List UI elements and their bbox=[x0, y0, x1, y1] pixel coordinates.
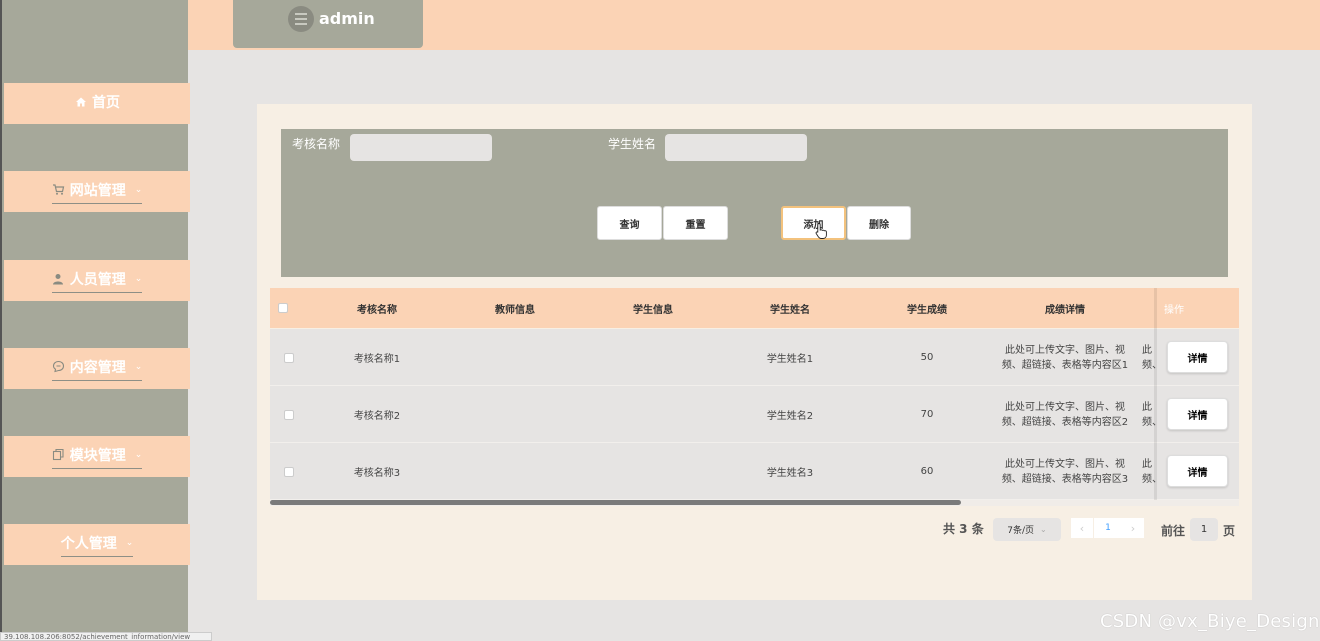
chevron-down-icon: ⌄ bbox=[1040, 525, 1047, 534]
detail-line: 此处可上传文字、图片、视 bbox=[1005, 401, 1125, 413]
avatar[interactable] bbox=[288, 6, 314, 32]
sidebar-item-personnel[interactable]: 人员管理 ⌄ bbox=[4, 260, 190, 301]
row-checkbox[interactable] bbox=[284, 329, 294, 386]
page-size-select[interactable]: 7条/页 ⌄ bbox=[993, 518, 1061, 541]
prev-page-button[interactable]: ‹ bbox=[1071, 518, 1093, 538]
cell-assessment-name: 考核名称3 bbox=[353, 468, 401, 479]
detail-line: 频、超链接、表格等内容区2 bbox=[1001, 416, 1129, 428]
table-row: 考核名称1 学生姓名1 50 此处可上传文字、图片、视 频、超链接、表格等内容区… bbox=[270, 329, 1239, 386]
column-header[interactable]: 考核名称 bbox=[310, 288, 444, 328]
chevron-down-icon: ⌄ bbox=[134, 273, 143, 284]
overflow-line: 此 bbox=[1142, 458, 1152, 470]
sidebar: 首页 网站管理 ⌄ 人员管理 ⌄ 内容管理 ⌄ 模块管理 ⌄ 个人管理 ⌄ bbox=[0, 0, 190, 641]
sidebar-item-label: 首页 bbox=[92, 95, 120, 111]
cell-student-name: 学生姓名2 bbox=[766, 411, 814, 422]
cell-student bbox=[586, 329, 720, 386]
table-row: 考核名称3 学生姓名3 60 此处可上传文字、图片、视 频、超链接、表格等内容区… bbox=[270, 443, 1239, 500]
detail-line: 此处可上传文字、图片、视 bbox=[1005, 458, 1125, 470]
row-checkbox[interactable] bbox=[284, 443, 294, 500]
copy-icon bbox=[52, 448, 65, 461]
goto-prefix: 前往 bbox=[1161, 524, 1186, 538]
row-checkbox[interactable] bbox=[284, 386, 294, 443]
overflow-line: 此 bbox=[1142, 401, 1152, 413]
cell-student-name: 学生姓名3 bbox=[766, 468, 814, 479]
cell-score: 70 bbox=[920, 409, 934, 420]
cell-student bbox=[586, 386, 720, 443]
sidebar-item-label: 网站管理 bbox=[69, 182, 126, 199]
watermark: CSDN @vx_Biye_Design bbox=[1100, 611, 1320, 632]
student-name-input[interactable] bbox=[665, 134, 807, 161]
page-number-current[interactable]: 1 bbox=[1094, 518, 1122, 538]
home-icon bbox=[74, 96, 87, 109]
column-header[interactable]: 学生信息 bbox=[586, 288, 720, 328]
chevron-down-icon: ⌄ bbox=[125, 537, 134, 548]
detail-line: 频、超链接、表格等内容区1 bbox=[1001, 359, 1129, 371]
browser-status-bar: 39.108.108.206:8052/achievement_informat… bbox=[0, 632, 212, 641]
column-header[interactable]: 教师信息 bbox=[448, 288, 582, 328]
fixed-column-shadow bbox=[1154, 288, 1157, 500]
detail-line: 频、超链接、表格等内容区3 bbox=[1001, 473, 1129, 485]
table-row: 考核名称2 学生姓名2 70 此处可上传文字、图片、视 频、超链接、表格等内容区… bbox=[270, 386, 1239, 443]
column-header[interactable]: 学生姓名 bbox=[723, 288, 857, 328]
cell-assessment-name: 考核名称2 bbox=[353, 411, 401, 422]
goto-suffix: 页 bbox=[1223, 524, 1236, 538]
sidebar-item-home[interactable]: 首页 bbox=[4, 83, 190, 124]
sidebar-item-personal[interactable]: 个人管理 ⌄ bbox=[4, 524, 190, 565]
next-page-button[interactable]: › bbox=[1122, 518, 1144, 538]
delete-button[interactable]: 删除 bbox=[847, 206, 911, 240]
chevron-down-icon: ⌄ bbox=[134, 361, 143, 372]
cell-score-detail: 此处可上传文字、图片、视 频、超链接、表格等内容区3 bbox=[998, 443, 1132, 500]
chevron-down-icon: ⌄ bbox=[134, 449, 143, 460]
reset-button[interactable]: 重置 bbox=[663, 206, 728, 240]
select-all-checkbox[interactable] bbox=[278, 288, 288, 328]
chat-icon bbox=[52, 360, 65, 373]
cell-score: 50 bbox=[920, 352, 934, 363]
column-header[interactable]: 成绩详情 bbox=[998, 288, 1132, 328]
user-icon bbox=[52, 272, 65, 285]
assessment-name-label: 考核名称 bbox=[292, 137, 341, 151]
cell-student bbox=[586, 443, 720, 500]
cell-score: 60 bbox=[920, 466, 934, 477]
sidebar-item-label: 个人管理 bbox=[60, 535, 117, 552]
cart-icon bbox=[52, 183, 65, 196]
chevron-down-icon: ⌄ bbox=[134, 184, 143, 195]
cell-score-detail: 此处可上传文字、图片、视 频、超链接、表格等内容区1 bbox=[998, 329, 1132, 386]
sidebar-item-label: 模块管理 bbox=[69, 447, 126, 464]
goto-page-input[interactable]: 1 bbox=[1190, 518, 1218, 541]
sidebar-item-label: 人员管理 bbox=[69, 271, 126, 288]
sidebar-item-website[interactable]: 网站管理 ⌄ bbox=[4, 171, 190, 212]
horizontal-scrollbar-thumb[interactable] bbox=[270, 500, 961, 505]
detail-button[interactable]: 详情 bbox=[1167, 341, 1228, 373]
assessment-name-input[interactable] bbox=[350, 134, 492, 161]
sidebar-item-content[interactable]: 内容管理 ⌄ bbox=[4, 348, 190, 389]
page-size-value: 7条/页 bbox=[1007, 526, 1035, 536]
total-count: 共 3 条 bbox=[943, 522, 984, 536]
cell-student-name: 学生姓名1 bbox=[766, 354, 814, 365]
detail-button[interactable]: 详情 bbox=[1167, 455, 1228, 487]
detail-button[interactable]: 详情 bbox=[1167, 398, 1228, 430]
detail-line: 此处可上传文字、图片、视 bbox=[1005, 344, 1125, 356]
cell-assessment-name: 考核名称1 bbox=[353, 354, 401, 365]
hand-cursor-icon bbox=[815, 223, 827, 239]
sidebar-item-label: 内容管理 bbox=[69, 359, 126, 376]
sidebar-item-module[interactable]: 模块管理 ⌄ bbox=[4, 436, 190, 477]
add-button[interactable]: 添加 bbox=[781, 206, 846, 240]
username: admin bbox=[319, 9, 375, 28]
cell-teacher bbox=[448, 386, 582, 443]
cell-teacher bbox=[448, 329, 582, 386]
column-header[interactable]: 学生成绩 bbox=[860, 288, 994, 328]
cell-teacher bbox=[448, 443, 582, 500]
query-button[interactable]: 查询 bbox=[597, 206, 662, 240]
cell-score-detail: 此处可上传文字、图片、视 频、超链接、表格等内容区2 bbox=[998, 386, 1132, 443]
table-header: 考核名称 教师信息 学生信息 学生姓名 学生成绩 成绩详情 操作 bbox=[270, 288, 1239, 328]
column-header: 操作 bbox=[1164, 304, 1184, 316]
student-name-label: 学生姓名 bbox=[608, 137, 657, 151]
overflow-line: 此 bbox=[1142, 344, 1152, 356]
